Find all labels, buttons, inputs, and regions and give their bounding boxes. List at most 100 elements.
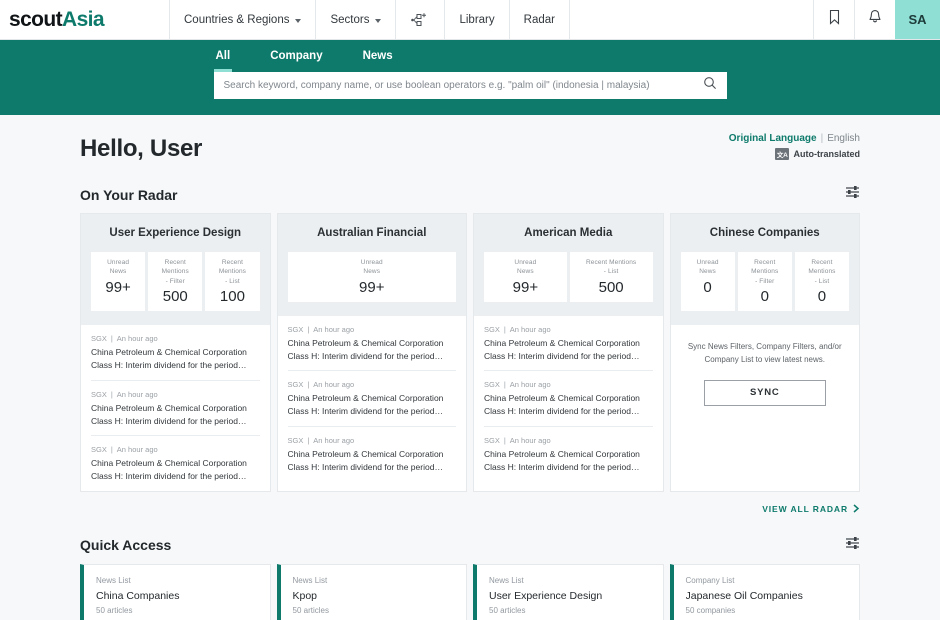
app-root: scoutAsia Countries & Regions Sectors Li…: [0, 0, 940, 620]
news-item[interactable]: SGX | An hour ago China Petroleum & Chemic…: [287, 371, 456, 427]
radar-card-header: American Media Unread News 99+ Recent Me…: [474, 214, 663, 316]
news-time: An hour ago: [313, 324, 355, 334]
news-time: An hour ago: [116, 334, 158, 344]
radar-card-stats: Unread News 0 Recent Mentions - Filter 0…: [680, 252, 850, 312]
brand-logo-scout: scout: [9, 7, 63, 31]
news-item-meta: SGX | An hour ago: [91, 390, 260, 399]
nav-countries-regions[interactable]: Countries & Regions: [170, 0, 317, 39]
stat-box[interactable]: Unread News 0: [680, 252, 735, 312]
nav-radar[interactable]: Radar: [510, 0, 570, 39]
news-time: An hour ago: [116, 389, 158, 399]
sync-button[interactable]: SYNC: [703, 379, 826, 406]
news-source: SGX: [287, 324, 304, 334]
tab-news[interactable]: News: [361, 46, 395, 72]
news-item[interactable]: SGX | An hour ago China Petroleum & Chemic…: [287, 316, 457, 372]
news-time: An hour ago: [313, 435, 355, 445]
stat-box[interactable]: Recent Mentions - List 0: [794, 252, 850, 312]
radar-card-title: American Media: [524, 227, 613, 239]
news-source: SGX: [91, 334, 107, 344]
main-content: Hello, User Original Language | English 文A…: [0, 115, 940, 620]
nav-network-add[interactable]: [396, 0, 446, 39]
radar-card[interactable]: User Experience Design Unread News 99+ R…: [80, 213, 271, 492]
news-item[interactable]: SGX | An hour ago China Petroleum & Chemic…: [91, 381, 260, 437]
brand-logo[interactable]: scoutAsia: [0, 0, 170, 39]
news-meta-separator: |: [110, 389, 113, 399]
tab-company[interactable]: Company: [268, 46, 324, 72]
tab-news-label: News: [362, 50, 393, 62]
stat-label-line1: Unread: [514, 259, 537, 266]
tab-all-label: All: [215, 50, 231, 62]
news-meta-separator: |: [110, 445, 113, 455]
stat-box[interactable]: Unread News 99+: [484, 252, 567, 302]
stat-box[interactable]: Unread News 99+: [91, 252, 146, 312]
notifications-button[interactable]: [854, 0, 895, 39]
stat-box[interactable]: Recent Mentions - List 100: [205, 252, 260, 312]
view-all-radar-link[interactable]: VIEW ALL RADAR: [80, 504, 860, 514]
quick-access-cards-row: News List China Companies 50 articles VI…: [80, 563, 860, 620]
search-scope-tabs: All Company News: [213, 46, 727, 72]
nav-library[interactable]: Library: [445, 0, 510, 39]
quick-access-card-name: China Companies: [96, 589, 180, 602]
search-box[interactable]: [213, 72, 727, 99]
quick-access-card[interactable]: News List User Experience Design 50 arti…: [473, 563, 664, 620]
nav-countries-regions-label: Countries & Regions: [184, 13, 290, 26]
stat-label-line1: Unread: [696, 259, 719, 266]
radar-settings-sliders-icon[interactable]: [845, 185, 860, 204]
language-english-link[interactable]: English: [827, 133, 860, 144]
stat-box[interactable]: Recent Mentions - Filter 0: [737, 252, 792, 312]
top-navigation-bar: scoutAsia Countries & Regions Sectors Li…: [0, 0, 940, 40]
quick-access-section-title: Quick Access: [80, 537, 172, 554]
news-item[interactable]: SGX | An hour ago China Petroleum & Chemic…: [484, 316, 653, 372]
stat-label-line2: News: [363, 268, 381, 276]
nav-sectors[interactable]: Sectors: [316, 0, 397, 39]
nav-sectors-label: Sectors: [330, 13, 370, 26]
search-input[interactable]: [223, 80, 703, 91]
quick-access-card[interactable]: News List Kpop 50 articles VIEW LIST: [276, 563, 467, 620]
quick-access-card[interactable]: News List China Companies 50 articles VI…: [80, 563, 271, 620]
stat-box[interactable]: Recent Mentions - Filter 500: [148, 252, 203, 312]
news-item-meta: SGX | An hour ago: [288, 325, 457, 334]
news-source: SGX: [484, 380, 500, 390]
notification-bell-icon: [868, 9, 882, 30]
stat-box[interactable]: Recent Mentions - List 500: [569, 252, 653, 302]
stat-label-line1: Recent Mentions: [751, 259, 779, 276]
news-item[interactable]: SGX | An hour ago China Petroleum & Chemic…: [91, 325, 260, 381]
news-item[interactable]: SGX | An hour ago China Petroleum & Chemic…: [484, 427, 653, 482]
tab-all[interactable]: All: [213, 46, 233, 72]
stat-value: 500: [162, 288, 188, 306]
radar-card-stats: Unread News 99+: [287, 252, 456, 302]
stat-label-line1: Recent Mentions: [218, 259, 247, 276]
news-item[interactable]: SGX | An hour ago China Petroleum & Chemic…: [288, 427, 457, 482]
stat-value: 0: [817, 288, 827, 306]
language-original-link[interactable]: Original Language: [729, 133, 817, 144]
news-meta-separator: |: [503, 324, 506, 334]
radar-card[interactable]: Australian Financial Unread News 99+ SGX…: [276, 213, 467, 492]
stat-value: 100: [219, 288, 245, 306]
bookmarks-button[interactable]: [813, 0, 854, 39]
news-item[interactable]: SGX | An hour ago China Petroleum & Chemic…: [484, 371, 653, 427]
radar-card[interactable]: American Media Unread News 99+ Recent Me…: [473, 213, 664, 492]
stat-label-line2: - List: [603, 268, 619, 276]
search-icon[interactable]: [703, 76, 717, 95]
radar-card-news-list: SGX | An hour ago China Petroleum & Chemic…: [474, 316, 663, 491]
news-item[interactable]: SGX | An hour ago China Petroleum & Chemic…: [91, 436, 260, 491]
stat-label-line2: - List: [225, 277, 240, 285]
quick-access-card-count: 50 articles: [96, 605, 133, 615]
stat-box[interactable]: Unread News 99+: [287, 252, 456, 302]
quick-access-card-count: 50 companies: [685, 605, 736, 615]
chevron-right-icon: [853, 504, 860, 513]
network-add-icon: [410, 12, 430, 28]
quick-access-section-header: Quick Access: [80, 536, 860, 555]
quick-access-card-name: User Experience Design: [489, 589, 603, 602]
radar-section-title: On Your Radar: [80, 186, 178, 203]
nav-radar-label: Radar: [523, 13, 555, 26]
stat-value: 500: [598, 278, 624, 296]
quick-access-settings-sliders-icon[interactable]: [845, 536, 860, 555]
radar-card[interactable]: Chinese Companies Unread News 0 Recent M…: [669, 213, 860, 492]
nav-library-label: Library: [459, 13, 495, 26]
quick-access-card[interactable]: Company List Japanese Oil Companies 50 c…: [669, 563, 860, 620]
radar-card-title: User Experience Design: [109, 227, 242, 239]
user-avatar[interactable]: SA: [895, 0, 940, 39]
tab-company-label: Company: [270, 50, 323, 62]
